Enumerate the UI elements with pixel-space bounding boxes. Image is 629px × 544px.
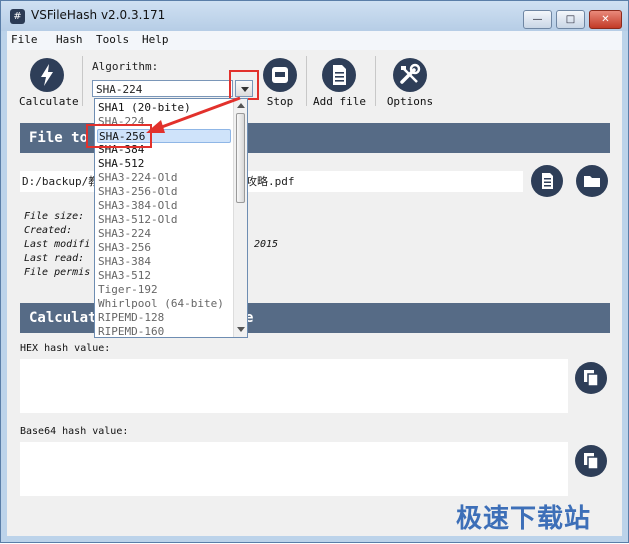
annotation-arrow-icon [146, 96, 241, 133]
site-watermark: 极速下载站 [456, 504, 592, 534]
app-window: # VSFileHash v2.0.3.171 — □ ✕ File Hash … [0, 0, 629, 543]
